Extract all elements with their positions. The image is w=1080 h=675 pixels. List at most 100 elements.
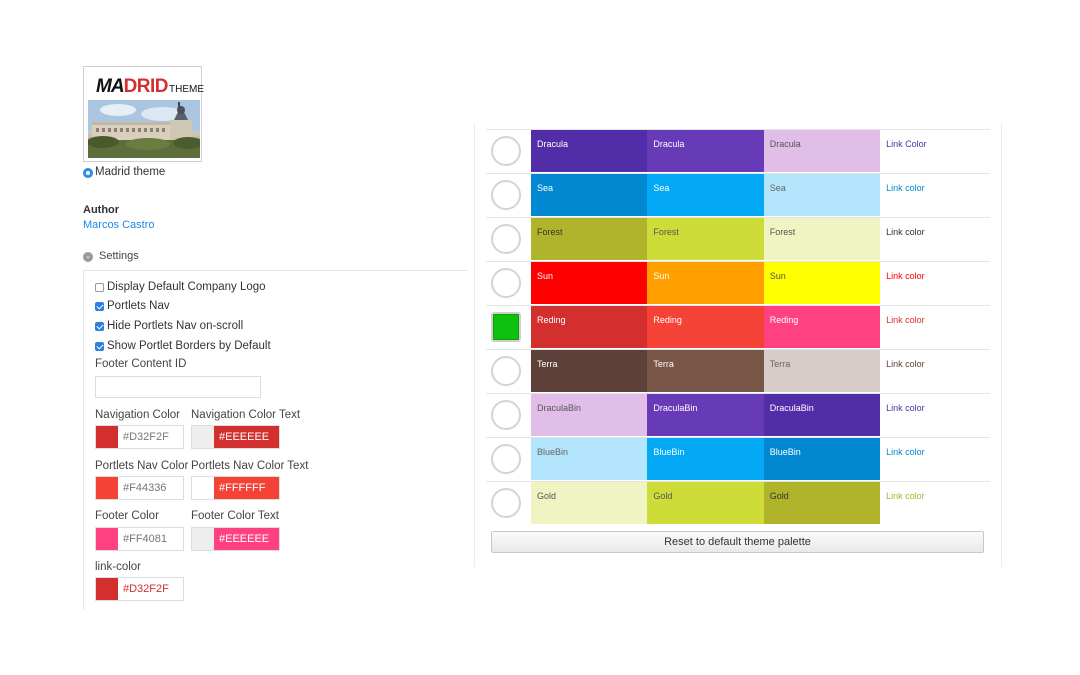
palette-select-cell[interactable] [486,218,531,260]
palette-row[interactable]: BlueBin BlueBin BlueBin Link color [486,437,991,480]
palette-radio-button[interactable] [491,224,521,254]
palette-row[interactable]: Sea Sea Sea Link color [486,173,991,216]
footer-content-id-input[interactable] [95,376,261,398]
chevron-down-icon[interactable]: ⌄ [83,252,93,262]
palette-link-color-cell[interactable]: Link color [880,438,991,480]
palette-link-color-cell[interactable]: Link color [880,262,991,304]
palette-color-cell[interactable]: DraculaBin [647,394,764,436]
palette-color-cell[interactable]: Sun [530,262,648,304]
portlets-nav-color-text-swatch[interactable] [192,477,214,499]
checkbox-display-default-company-logo[interactable] [95,282,104,292]
palette-link-color-cell[interactable]: Link color [880,306,991,348]
footer-color-text-value[interactable]: #EEEEEE [214,528,279,550]
palette-radio-button[interactable] [491,356,521,386]
link-color-swatch[interactable] [96,578,118,600]
palette-link-color-cell[interactable]: Link Color [880,130,991,172]
checkbox-show-portlet-borders[interactable] [95,341,104,351]
theme-thumbnail[interactable]: MADRIDTHEME [83,66,204,162]
palette-color-cell[interactable]: DraculaBin [530,394,648,436]
footer-color-text-field[interactable]: #EEEEEE [191,527,280,551]
palette-color-cell[interactable]: Terra [530,350,648,392]
portlets-nav-color-text-field[interactable]: #FFFFFF [191,476,280,500]
palette-color-cell[interactable]: Sea [647,174,764,216]
palette-row[interactable]: DraculaBin DraculaBin DraculaBin Link color [486,393,991,436]
palette-color-cell[interactable]: Dracula [647,130,764,172]
navigation-color-field[interactable]: #D32F2F [95,425,184,449]
author-link[interactable]: Marcos Castro [83,219,155,231]
palette-radio-button[interactable] [491,268,521,298]
palette-color-cell[interactable]: Reding [530,306,648,348]
checkbox-row-show-portlet-borders[interactable]: Show Portlet Borders by Default [95,340,271,352]
palette-link-color-cell[interactable]: Link color [880,394,991,436]
portlets-nav-color-value[interactable]: #F44336 [118,477,183,499]
checkbox-row-portlets-nav[interactable]: Portlets Nav [95,300,170,312]
palette-selected-indicator[interactable] [491,312,521,342]
theme-radio-button[interactable] [83,168,93,178]
palette-select-cell[interactable] [486,130,531,172]
palette-color-cell[interactable]: Sun [647,262,764,304]
checkbox-portlets-nav[interactable] [95,301,104,311]
palette-color-cell[interactable]: Forest [530,218,648,260]
palette-color-cell[interactable]: Forest [647,218,764,260]
palette-row[interactable]: Sun Sun Sun Link color [486,261,991,304]
checkbox-row-hide-portlets-nav[interactable]: Hide Portlets Nav on-scroll [95,320,243,332]
portlets-nav-color-field[interactable]: #F44336 [95,476,184,500]
palette-link-color-cell[interactable]: Link color [880,350,991,392]
palette-color-cell[interactable]: Reding [647,306,764,348]
palette-select-cell[interactable] [486,306,531,348]
portlets-nav-color-text-value[interactable]: #FFFFFF [214,477,279,499]
navigation-color-text-swatch[interactable] [192,426,214,448]
link-color-field[interactable]: #D32F2F [95,577,184,601]
palette-radio-button[interactable] [491,136,521,166]
palette-radio-button[interactable] [491,400,521,430]
palette-color-cell[interactable]: Terra [763,350,881,392]
palette-select-cell[interactable] [486,174,531,216]
palette-color-cell[interactable]: Gold [647,482,764,524]
checkbox-hide-portlets-nav[interactable] [95,321,104,331]
palette-color-cell[interactable]: Forest [763,218,881,260]
checkbox-row-display-default-company-logo[interactable]: Display Default Company Logo [95,281,266,293]
navigation-color-text-field[interactable]: #EEEEEE [191,425,280,449]
palette-color-cell[interactable]: Sea [530,174,648,216]
navigation-color-value[interactable]: #D32F2F [118,426,183,448]
palette-color-cell[interactable]: Reding [763,306,881,348]
palette-color-cell[interactable]: Dracula [763,130,881,172]
palette-color-cell[interactable]: Sun [763,262,881,304]
palette-link-color-cell[interactable]: Link color [880,174,991,216]
reset-palette-button[interactable]: Reset to default theme palette [491,531,984,553]
palette-select-cell[interactable] [486,394,531,436]
portlets-nav-color-swatch[interactable] [96,477,118,499]
palette-link-color-cell[interactable]: Link color [880,482,991,524]
footer-color-field[interactable]: #FF4081 [95,527,184,551]
palette-color-cell[interactable]: BlueBin [530,438,648,480]
palette-row[interactable]: Terra Terra Terra Link color [486,349,991,392]
palette-row[interactable]: Dracula Dracula Dracula Link Color [486,129,991,172]
palette-color-cell[interactable]: Terra [647,350,764,392]
palette-color-cell[interactable]: Dracula [530,130,648,172]
footer-color-swatch[interactable] [96,528,118,550]
palette-color-cell[interactable]: Gold [763,482,881,524]
palette-select-cell[interactable] [486,482,531,524]
palette-radio-button[interactable] [491,444,521,474]
palette-row[interactable]: Reding Reding Reding Link color [486,305,991,348]
navigation-color-text-value[interactable]: #EEEEEE [214,426,279,448]
palette-color-cell[interactable]: DraculaBin [763,394,881,436]
palette-radio-button[interactable] [491,488,521,518]
footer-color-text-swatch[interactable] [192,528,214,550]
settings-toggle[interactable]: Settings [99,250,139,262]
palette-select-cell[interactable] [486,438,531,480]
palette-select-cell[interactable] [486,350,531,392]
palette-row[interactable]: Forest Forest Forest Link color [486,217,991,260]
footer-color-value[interactable]: #FF4081 [118,528,183,550]
palette-select-cell[interactable] [486,262,531,304]
palette-color-cell[interactable]: BlueBin [763,438,881,480]
palette-radio-button[interactable] [491,180,521,210]
navigation-color-swatch[interactable] [96,426,118,448]
palette-color-cell[interactable]: Gold [530,482,648,524]
palette-color-cell[interactable]: BlueBin [647,438,764,480]
palette-link-color-cell[interactable]: Link color [880,218,991,260]
footer-content-id-label: Footer Content ID [95,358,187,370]
palette-color-cell[interactable]: Sea [763,174,881,216]
link-color-value[interactable]: #D32F2F [118,578,183,600]
palette-row[interactable]: Gold Gold Gold Link color [486,481,991,524]
